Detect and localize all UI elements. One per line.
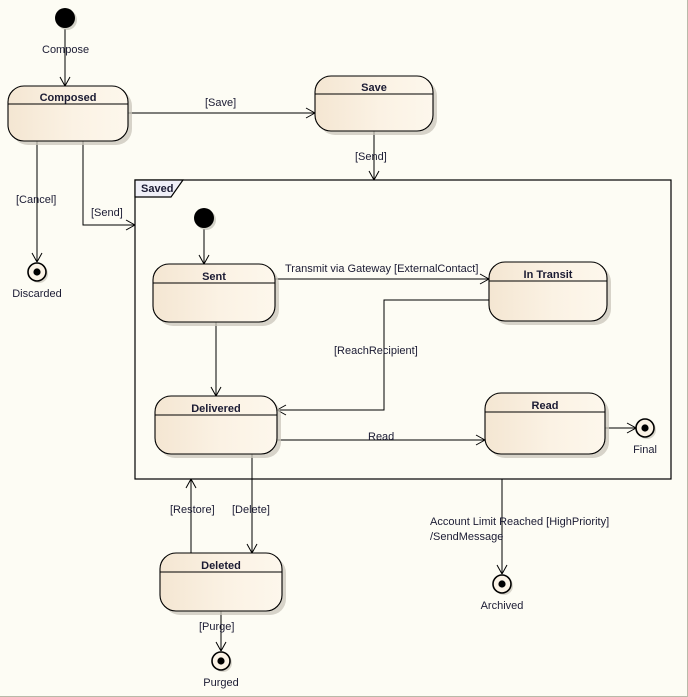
state-machine-svg: Saved Composed Save Sent In Transit Deli…	[7, 8, 672, 689]
discarded-dot	[33, 268, 41, 276]
final-state-archived[interactable]: Archived	[481, 574, 524, 612]
archived-label: Archived	[481, 600, 524, 612]
state-composed-label: Composed	[40, 92, 97, 104]
state-delivered[interactable]: Delivered	[154, 395, 281, 458]
state-read-label: Read	[532, 400, 559, 412]
label-send-message: /SendMessage	[430, 531, 503, 543]
label-reach: [ReachRecipient]	[334, 345, 418, 357]
purged-dot	[217, 657, 225, 665]
state-read[interactable]: Read	[484, 392, 609, 458]
state-in-transit[interactable]: In Transit	[488, 261, 611, 325]
state-delivered-label: Delivered	[191, 403, 241, 415]
state-save-label: Save	[361, 82, 387, 94]
label-restore: [Restore]	[170, 504, 215, 516]
label-cancel: [Cancel]	[16, 194, 56, 206]
state-sent-label: Sent	[202, 271, 226, 283]
label-account-limit: Account Limit Reached [HighPriority]	[430, 516, 609, 528]
state-composed[interactable]: Composed	[7, 85, 132, 145]
label-read: Read	[368, 431, 394, 443]
purged-label: Purged	[203, 677, 238, 689]
initial-state-saved-dot	[194, 208, 214, 228]
discarded-label: Discarded	[12, 288, 62, 300]
label-purge: [Purge]	[199, 621, 234, 633]
final-dot	[641, 424, 649, 432]
label-transmit: Transmit via Gateway [ExternalContact]	[285, 263, 478, 275]
state-sent[interactable]: Sent	[152, 263, 279, 326]
initial-state-outer[interactable]	[55, 8, 77, 30]
state-save[interactable]: Save	[314, 75, 437, 135]
final-state-purged[interactable]: Purged	[203, 651, 239, 689]
label-compose: Compose	[42, 44, 89, 56]
label-send-composed: [Send]	[91, 207, 123, 219]
initial-state-outer-dot	[55, 8, 75, 28]
state-deleted[interactable]: Deleted	[159, 552, 286, 615]
final-state-discarded[interactable]: Discarded	[12, 262, 62, 300]
final-label: Final	[633, 444, 657, 456]
label-save: [Save]	[205, 97, 236, 109]
label-send-save: [Send]	[355, 151, 387, 163]
diagram-canvas: Saved Composed Save Sent In Transit Deli…	[0, 0, 688, 697]
saved-region-label: Saved	[141, 183, 173, 195]
state-deleted-label: Deleted	[201, 560, 241, 572]
state-in-transit-label: In Transit	[524, 269, 573, 281]
label-delete: [Delete]	[232, 504, 270, 516]
archived-dot	[498, 580, 506, 588]
